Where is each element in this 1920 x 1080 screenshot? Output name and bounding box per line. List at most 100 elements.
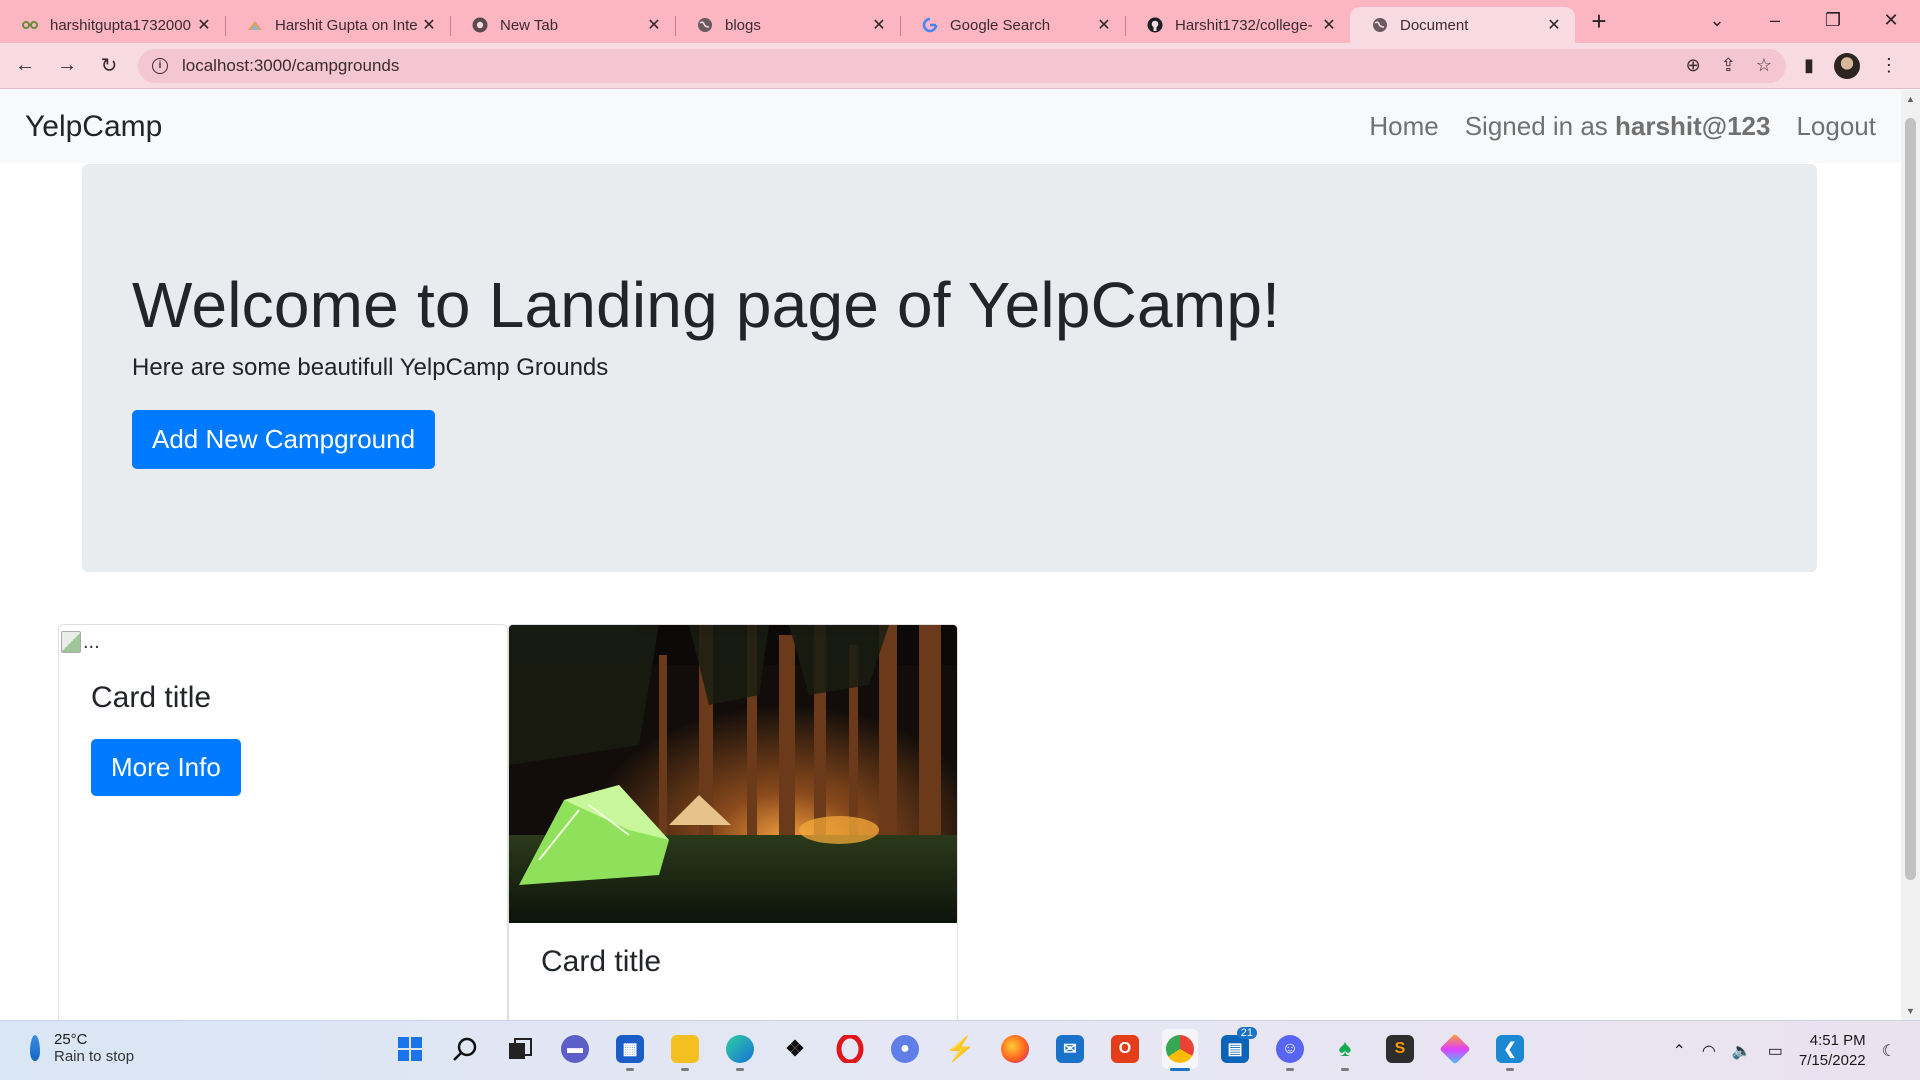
tab-title: Harshit Gupta on Inte — [275, 16, 418, 34]
outlook-icon: ▤ — [1221, 1035, 1249, 1063]
site-icon — [247, 17, 263, 33]
search-button[interactable] — [447, 1029, 483, 1069]
tab-title: Google Search — [950, 16, 1051, 34]
vscode-button[interactable]: ❮ — [1492, 1029, 1528, 1071]
file-explorer-button[interactable] — [667, 1029, 703, 1071]
tab-close-icon[interactable]: ✕ — [1093, 15, 1115, 35]
tab-google-search[interactable]: Google Search ✕ — [900, 7, 1125, 43]
tab-linkedin[interactable]: Harshit Gupta on Inte ✕ — [225, 7, 450, 43]
opera-button[interactable] — [832, 1029, 868, 1069]
profile-avatar[interactable] — [1833, 52, 1860, 79]
dropbox-button[interactable]: ❖ — [777, 1029, 813, 1069]
scroll-down-icon[interactable]: ▼ — [1906, 1006, 1915, 1016]
chromium-button[interactable]: ● — [887, 1029, 923, 1069]
back-icon[interactable]: ← — [8, 49, 42, 83]
google-icon — [922, 17, 938, 33]
share-icon[interactable]: ⇪ — [1721, 55, 1736, 76]
app-bolt-button[interactable]: ⚡ — [942, 1029, 978, 1069]
scrollbar-thumb[interactable] — [1905, 118, 1916, 880]
page-scrollbar[interactable]: ▲ ▼ — [1901, 90, 1920, 1020]
weather-widget[interactable]: 25°C Rain to stop — [30, 1031, 134, 1065]
more-info-button[interactable]: More Info — [91, 739, 241, 796]
scroll-up-icon[interactable]: ▲ — [1906, 94, 1915, 104]
temperature: 25°C — [54, 1031, 88, 1048]
teams-chat-button[interactable]: ▬ — [557, 1029, 593, 1069]
url-text[interactable]: localhost:3000/campgrounds — [182, 56, 1686, 76]
camping-tent-photo — [509, 625, 957, 923]
sublime-icon: S — [1386, 1035, 1414, 1063]
wifi-icon[interactable]: ◠ — [1702, 1041, 1716, 1061]
browser-tabstrip: harshitgupta1732000 ✕ Harshit Gupta on I… — [0, 0, 1920, 43]
forward-icon[interactable]: → — [50, 49, 84, 83]
tab-close-icon[interactable]: ✕ — [1318, 15, 1340, 35]
edge-button[interactable] — [722, 1029, 758, 1071]
tab-close-icon[interactable]: ✕ — [193, 15, 215, 35]
close-window-icon[interactable]: ✕ — [1862, 10, 1920, 31]
store-button[interactable]: ▦ — [612, 1029, 648, 1071]
battery-icon[interactable]: ▭ — [1768, 1041, 1783, 1061]
chrome-icon — [1166, 1035, 1194, 1063]
sublime-button[interactable]: S — [1382, 1029, 1418, 1069]
reload-icon[interactable]: ↻ — [92, 49, 126, 83]
task-view-button[interactable] — [502, 1029, 538, 1069]
site-info-icon[interactable]: i — [152, 57, 168, 74]
restore-icon[interactable]: ❐ — [1804, 10, 1862, 31]
link-icon — [22, 17, 38, 33]
edge-icon — [726, 1035, 754, 1063]
new-tab-button[interactable]: + — [1581, 4, 1617, 40]
start-button[interactable] — [392, 1029, 428, 1069]
system-tray: ⌃ ◠ 🔈 ▭ 4:51 PM 7/15/2022 ☾ — [1673, 1031, 1897, 1071]
chat-icon: ▬ — [561, 1035, 589, 1063]
mongodb-compass-button[interactable]: ♠ — [1327, 1029, 1363, 1071]
office-icon: O — [1111, 1035, 1139, 1063]
gitkraken-button[interactable] — [1437, 1029, 1473, 1069]
mail-button[interactable]: ✉ — [1052, 1029, 1088, 1069]
volume-icon[interactable]: 🔈 — [1732, 1041, 1752, 1061]
zoom-icon[interactable]: ⊕ — [1686, 55, 1701, 76]
hero-subtitle: Here are some beautifull YelpCamp Ground… — [132, 354, 609, 381]
brand-logo[interactable]: YelpCamp — [25, 110, 162, 144]
chevron-up-icon[interactable]: ⌃ — [1673, 1041, 1686, 1061]
tab-close-icon[interactable]: ✕ — [868, 15, 890, 35]
tab-blogs[interactable]: blogs ✕ — [675, 7, 900, 43]
firefox-button[interactable] — [997, 1029, 1033, 1069]
discord-button[interactable]: ☺ — [1272, 1029, 1308, 1071]
chrome-button[interactable] — [1162, 1029, 1198, 1071]
firefox-icon — [1001, 1035, 1029, 1063]
tab-harshitgupta[interactable]: harshitgupta1732000 ✕ — [0, 7, 225, 43]
menu-kebab-icon[interactable]: ⋮ — [1880, 55, 1898, 76]
clock[interactable]: 4:51 PM 7/15/2022 — [1799, 1031, 1866, 1071]
card-image-alt: ... — [83, 630, 100, 653]
side-panel-icon[interactable]: ▮ — [1804, 55, 1814, 76]
tab-close-icon[interactable]: ✕ — [643, 15, 665, 35]
tab-new-tab[interactable]: New Tab ✕ — [450, 7, 675, 43]
office-button[interactable]: O — [1107, 1029, 1143, 1069]
nav-home-link[interactable]: Home — [1369, 111, 1438, 142]
browser-toolbar: ← → ↻ i localhost:3000/campgrounds ⊕ ⇪ ☆… — [0, 43, 1920, 89]
taskbar-apps: ▬ ▦ ❖ ● ⚡ ✉ O ▤ 21 ☺ ♠ S ❮ — [392, 1027, 1528, 1071]
tab-document[interactable]: Document ✕ — [1350, 7, 1575, 43]
nav-logout-link[interactable]: Logout — [1796, 111, 1876, 142]
bookmark-star-icon[interactable]: ☆ — [1756, 55, 1772, 76]
weather-status: Rain to stop — [54, 1048, 135, 1065]
card-image-broken: ... — [59, 625, 507, 659]
notifications-moon-icon[interactable]: ☾ — [1882, 1041, 1896, 1061]
tab-close-icon[interactable]: ✕ — [1543, 15, 1565, 35]
address-bar[interactable]: i localhost:3000/campgrounds ⊕ ⇪ ☆ — [138, 48, 1786, 83]
tab-search-icon[interactable]: ⌄ — [1688, 10, 1746, 31]
tab-github[interactable]: Harshit1732/college- ✕ — [1125, 7, 1350, 43]
broken-image-icon — [61, 631, 81, 653]
task-view-icon — [509, 1038, 532, 1059]
site-navbar: YelpCamp Home Signed in as harshit@123 L… — [0, 90, 1901, 163]
campground-card: Card title — [508, 624, 958, 1020]
vscode-icon: ❮ — [1496, 1035, 1524, 1063]
add-campground-button[interactable]: Add New Campground — [132, 410, 436, 469]
chrome-icon — [472, 17, 488, 33]
search-icon — [453, 1037, 477, 1061]
minimize-icon[interactable]: – — [1746, 10, 1804, 31]
username: harshit@123 — [1615, 111, 1771, 141]
outlook-button[interactable]: ▤ 21 — [1217, 1027, 1257, 1069]
discord-icon: ☺ — [1276, 1035, 1304, 1063]
tab-close-icon[interactable]: ✕ — [418, 15, 440, 35]
hero-jumbotron: Welcome to Landing page of YelpCamp! Her… — [82, 164, 1817, 572]
